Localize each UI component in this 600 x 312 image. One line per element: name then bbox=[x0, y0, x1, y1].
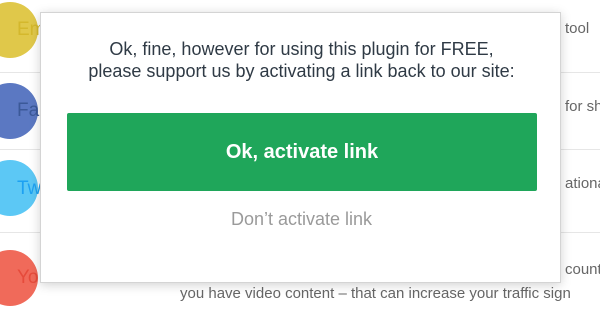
dont-activate-link[interactable]: Don’t activate link bbox=[41, 209, 562, 230]
activate-link-button[interactable]: Ok, activate link bbox=[67, 113, 537, 191]
dialog-message-line2: please support us by activating a link b… bbox=[88, 61, 515, 81]
service-name: Yo bbox=[17, 267, 39, 288]
service-name: Fa bbox=[17, 100, 40, 121]
service-description: ational bbox=[565, 175, 600, 192]
service-description: tool bbox=[565, 20, 590, 37]
support-dialog: Ok, fine, however for using this plugin … bbox=[40, 12, 561, 283]
service-description: for sh bbox=[565, 98, 600, 115]
dialog-message: Ok, fine, however for using this plugin … bbox=[41, 38, 562, 82]
service-name: Tw bbox=[17, 178, 42, 199]
service-description-line2: you have video content – that can increa… bbox=[180, 285, 571, 302]
service-description: count bbox=[565, 261, 600, 278]
dialog-message-line1: Ok, fine, however for using this plugin … bbox=[109, 39, 494, 59]
